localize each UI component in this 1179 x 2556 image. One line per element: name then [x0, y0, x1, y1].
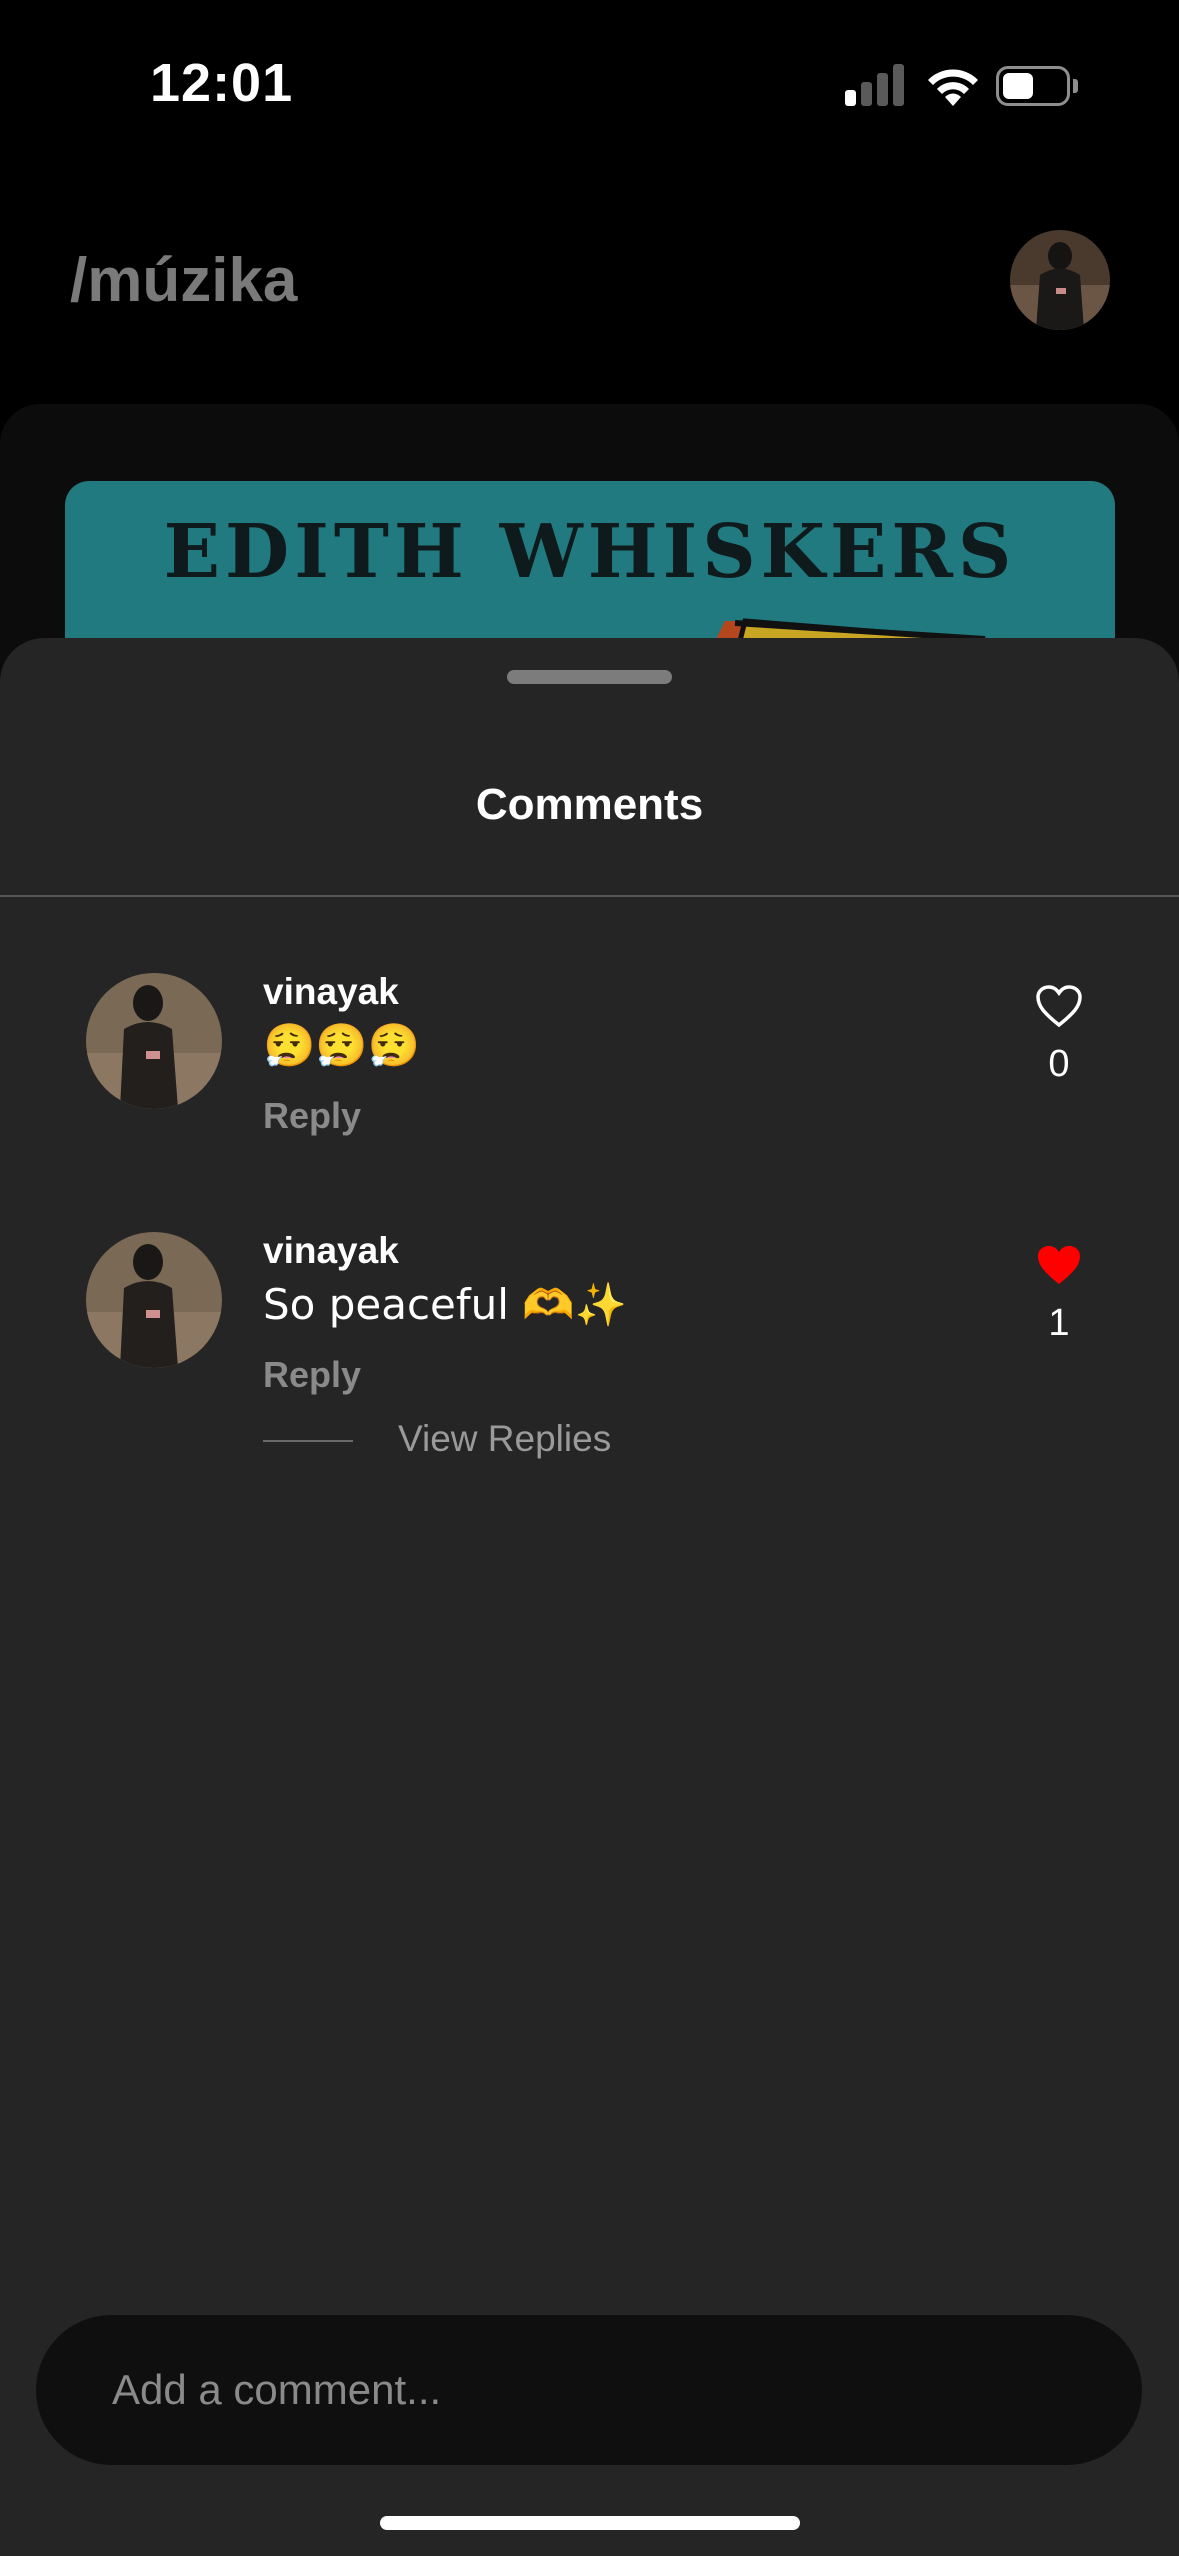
- comment-avatar[interactable]: [86, 1232, 222, 1368]
- reply-button[interactable]: Reply: [263, 1354, 361, 1396]
- divider: [0, 895, 1179, 897]
- like-count: 0: [1048, 1043, 1070, 1085]
- comment-input[interactable]: [36, 2315, 1142, 2465]
- comments-sheet: Comments vinayak 😮‍💨😮‍💨😮‍💨 Reply 0: [0, 638, 1179, 2556]
- reply-button[interactable]: Reply: [263, 1095, 361, 1137]
- comment-item: vinayak 😮‍💨😮‍💨😮‍💨 Reply 0: [0, 971, 1179, 1213]
- comment-text: 😮‍💨😮‍💨😮‍💨: [263, 1021, 420, 1070]
- sheet-grabber[interactable]: [507, 670, 672, 684]
- comment-text: So peaceful 🫶✨: [263, 1280, 627, 1329]
- home-indicator[interactable]: [380, 2516, 800, 2530]
- status-time: 12:01: [150, 53, 294, 113]
- comment-item: vinayak So peaceful 🫶✨ Reply View Replie…: [0, 1230, 1179, 1472]
- wifi-icon: [928, 69, 978, 106]
- comment-username[interactable]: vinayak: [263, 971, 399, 1013]
- heart-filled-icon[interactable]: [1034, 1242, 1084, 1288]
- status-bar: 12:01: [0, 0, 1179, 170]
- page-title: /múzika: [70, 246, 298, 315]
- album-art-title: EDITH WHISKERS: [163, 509, 1017, 595]
- like-count: 1: [1048, 1302, 1070, 1344]
- view-replies-divider: [263, 1440, 353, 1442]
- view-replies-button[interactable]: View Replies: [398, 1418, 611, 1460]
- sheet-title: Comments: [475, 780, 704, 829]
- profile-avatar[interactable]: [1010, 230, 1110, 330]
- cellular-signal-icon: [845, 64, 905, 106]
- battery-icon: [996, 66, 1078, 106]
- comment-username[interactable]: vinayak: [263, 1230, 399, 1272]
- heart-outline-icon[interactable]: [1034, 983, 1084, 1029]
- comment-avatar[interactable]: [86, 973, 222, 1109]
